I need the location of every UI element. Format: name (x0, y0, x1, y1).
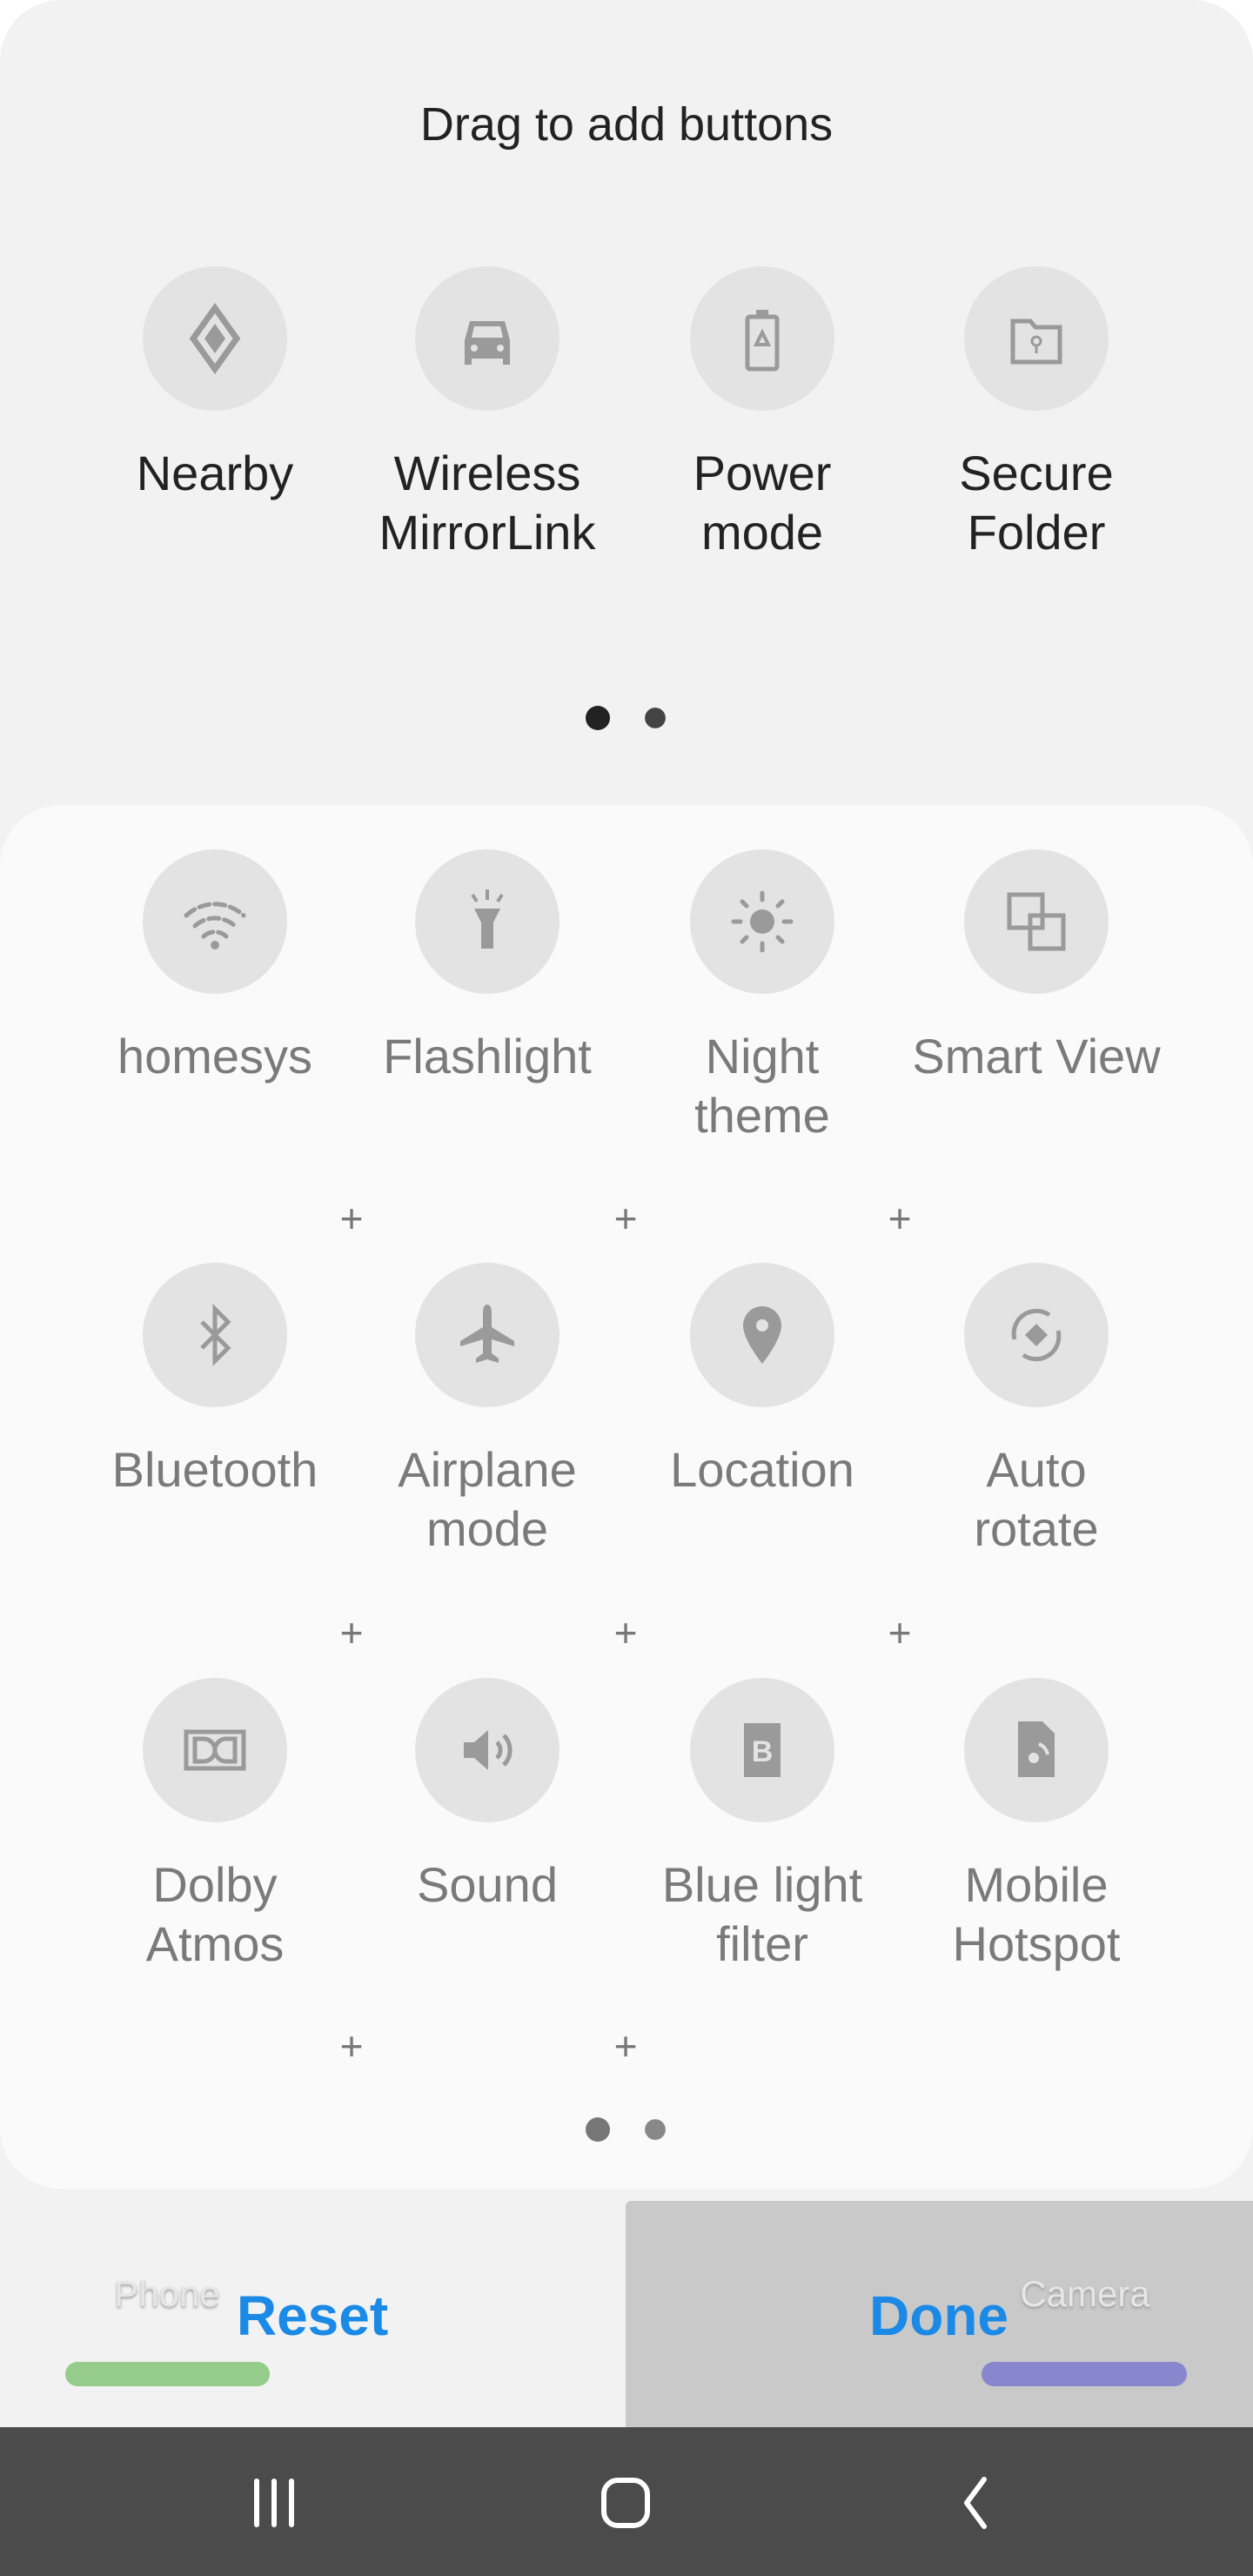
insert-slot-plus-icon: + (888, 1196, 912, 1241)
camera-ghost-label: Camera (1020, 2273, 1150, 2314)
button-label: Smart View (912, 1029, 1161, 1083)
bluetooth-icon[interactable] (143, 1263, 287, 1407)
phone-ghost-label: Phone (114, 2273, 220, 2314)
button-label: Secure Folder (959, 446, 1114, 560)
navigation-bar (0, 2427, 1253, 2576)
quick-button-night-theme[interactable]: Night theme (623, 849, 901, 1145)
button-label: Wireless MirrorLink (379, 446, 596, 560)
page-indicator-dot[interactable] (645, 2119, 666, 2140)
insert-slot-plus-icon: + (613, 1610, 638, 1655)
button-label: Airplane mode (398, 1442, 577, 1556)
recent-apps-icon[interactable] (235, 2464, 313, 2542)
reset-button[interactable]: Reset (237, 2284, 388, 2348)
page-indicator-dot-active[interactable] (586, 2117, 610, 2142)
page-indicator-dot-active[interactable] (586, 706, 610, 730)
quick-button-flashlight[interactable]: Flashlight (348, 849, 626, 1086)
blue-light-filter-icon[interactable]: B (690, 1678, 834, 1822)
secure-folder-icon[interactable] (964, 266, 1109, 411)
quick-button-auto-rotate[interactable]: Auto rotate (897, 1263, 1176, 1559)
insert-slot-plus-icon: + (339, 2023, 364, 2069)
insert-slot-plus-icon: + (613, 1196, 638, 1241)
airplane-icon[interactable] (415, 1263, 559, 1407)
button-label: Power mode (693, 446, 832, 560)
button-label: Sound (417, 1857, 558, 1912)
insert-slot-plus-icon: + (339, 1610, 364, 1655)
insert-slot-plus-icon: + (888, 1610, 912, 1655)
nearby-diamond-icon[interactable] (143, 266, 287, 411)
car-icon[interactable] (415, 266, 559, 411)
quick-button-smart-view[interactable]: Smart View (897, 849, 1176, 1086)
quick-button-dolby-atmos[interactable]: Dolby Atmos (76, 1678, 354, 1974)
quick-button-blue-light-filter[interactable]: B Blue light filter (623, 1678, 901, 1974)
battery-recycle-icon[interactable] (690, 266, 834, 411)
button-label: Nearby (136, 446, 294, 500)
sound-icon[interactable] (415, 1678, 559, 1822)
quick-button-homesys[interactable]: homesys (76, 849, 354, 1086)
button-label: Auto rotate (974, 1442, 1099, 1556)
quick-button-sound[interactable]: Sound (348, 1678, 626, 1915)
quick-button-nearby[interactable]: Nearby (76, 266, 354, 503)
hotspot-icon[interactable] (964, 1678, 1109, 1822)
page-indicator-dot[interactable] (645, 708, 666, 728)
button-label: Flashlight (383, 1029, 592, 1083)
done-button[interactable]: Done (869, 2284, 1008, 2348)
button-label: Location (670, 1442, 854, 1497)
button-label: homesys (117, 1029, 313, 1083)
quick-button-power-mode[interactable]: Power mode (623, 266, 901, 562)
button-label: Mobile Hotspot (952, 1857, 1121, 1971)
button-label: Bluetooth (111, 1442, 318, 1497)
camera-shortcut-bar (982, 2362, 1187, 2386)
smart-view-icon[interactable] (964, 849, 1109, 994)
button-label: Blue light filter (661, 1857, 863, 1971)
quick-button-location[interactable]: Location (623, 1263, 901, 1499)
button-label: Dolby Atmos (145, 1857, 285, 1971)
quick-button-bluetooth[interactable]: Bluetooth (76, 1263, 354, 1499)
quick-button-secure-folder[interactable]: Secure Folder (897, 266, 1176, 562)
quick-button-airplane-mode[interactable]: Airplane mode (348, 1263, 626, 1559)
page-title: Drag to add buttons (419, 98, 834, 151)
phone-shortcut-bar (65, 2362, 270, 2386)
night-theme-icon[interactable] (690, 849, 834, 994)
svg-text:B: B (752, 1735, 774, 1768)
back-icon[interactable] (936, 2464, 1015, 2542)
flashlight-icon[interactable] (415, 849, 559, 994)
insert-slot-plus-icon: + (339, 1196, 364, 1241)
quick-button-wireless-mirrorlink[interactable]: Wireless MirrorLink (348, 266, 626, 562)
quick-button-mobile-hotspot[interactable]: Mobile Hotspot (897, 1678, 1176, 1974)
home-icon[interactable] (586, 2464, 665, 2542)
button-label: Night theme (694, 1029, 830, 1143)
dolby-icon[interactable] (143, 1678, 287, 1822)
insert-slot-plus-icon: + (613, 2023, 638, 2069)
wifi-icon[interactable] (143, 849, 287, 994)
location-pin-icon[interactable] (690, 1263, 834, 1407)
auto-rotate-icon[interactable] (964, 1263, 1109, 1407)
